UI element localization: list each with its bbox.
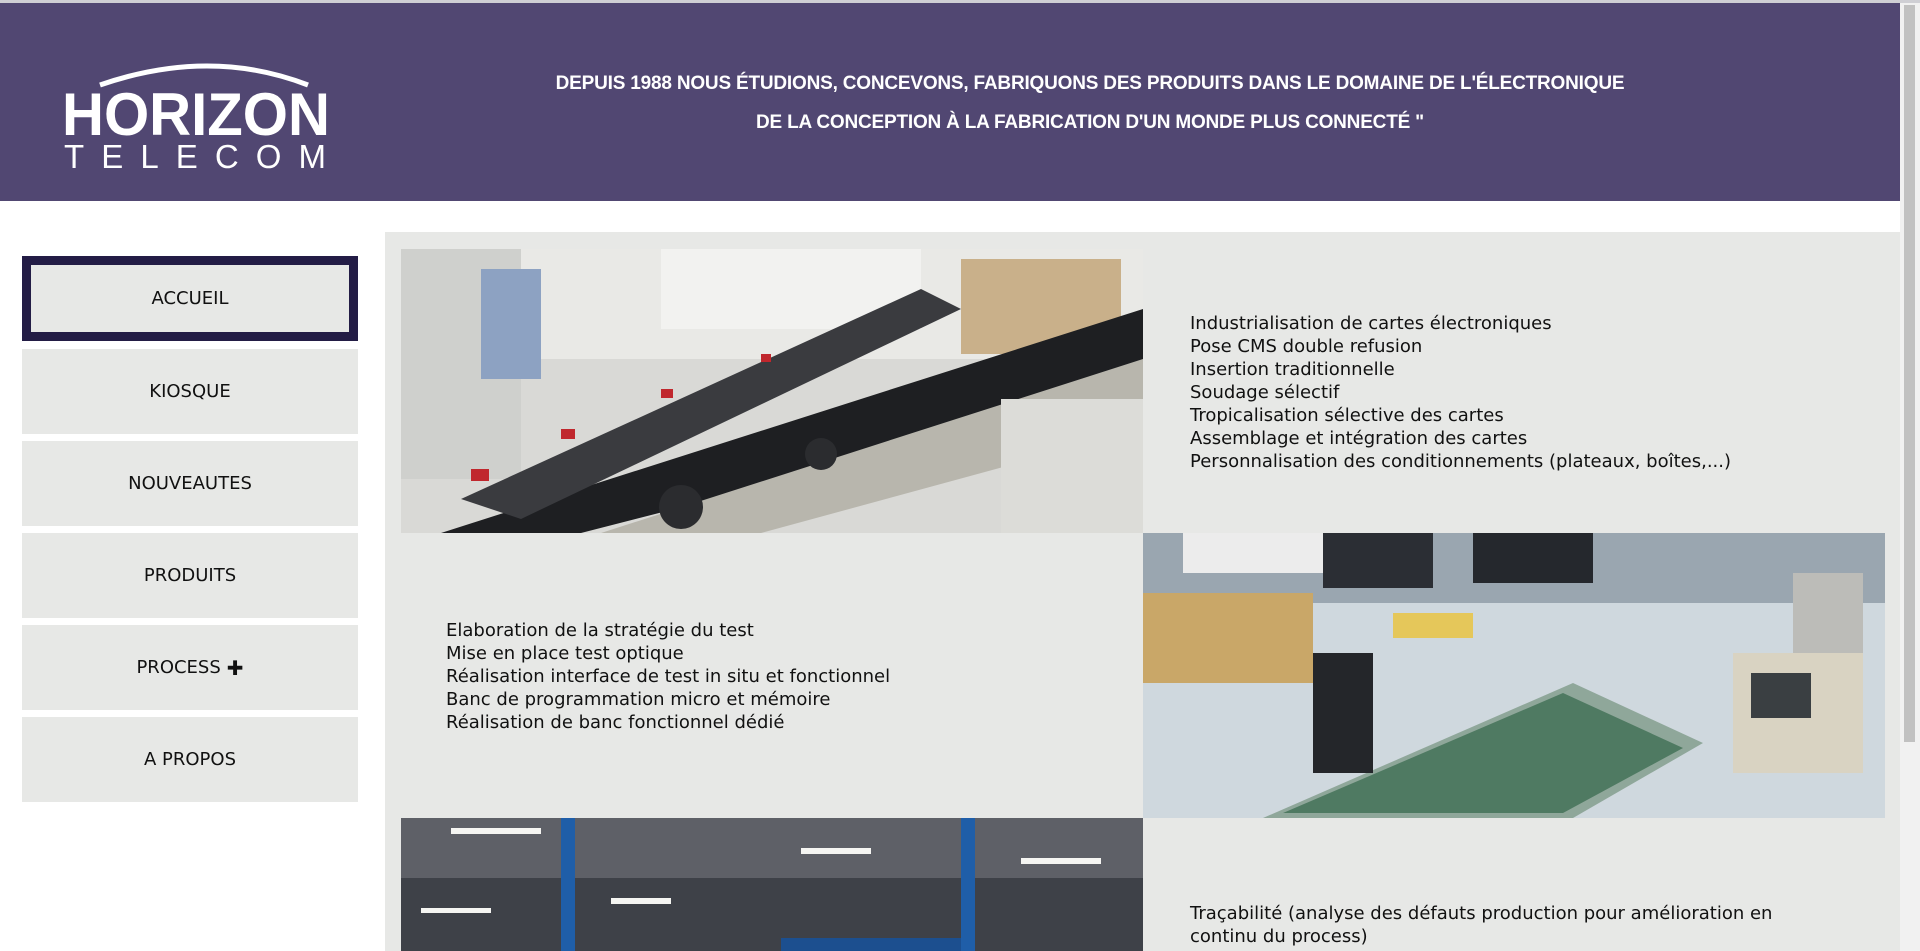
list-item: continu du process) <box>1190 926 1368 947</box>
horizon-telecom-logo[interactable]: HORIZON TELECOM <box>60 55 335 175</box>
list-item: Soudage sélectif <box>1190 382 1340 403</box>
header-tagline-line1: DEPUIS 1988 NOUS ÉTUDIONS, CONCEVONS, FA… <box>555 73 1625 94</box>
nav-accueil-label: ACCUEIL <box>151 288 229 309</box>
main-content: Industrialisation de cartes électronique… <box>385 232 1900 951</box>
list-item: Assemblage et intégration des cartes <box>1190 428 1528 449</box>
nav-kiosque[interactable]: KIOSQUE <box>22 349 358 434</box>
nav-produits[interactable]: PRODUITS <box>22 533 358 618</box>
list-item: Mise en place test optique <box>446 643 684 664</box>
production-line-photo <box>401 249 1143 533</box>
list-item: Elaboration de la stratégie du test <box>446 620 754 641</box>
section1-text: Industrialisation de cartes électronique… <box>1190 312 1731 473</box>
list-item: Insertion traditionnelle <box>1190 359 1395 380</box>
list-item: Banc de programmation micro et mémoire <box>446 689 831 710</box>
nav-produits-label: PRODUITS <box>143 565 237 586</box>
nav-process[interactable]: PROCESS ✚ <box>22 625 358 710</box>
list-item: Personnalisation des conditionnements (p… <box>1190 451 1732 472</box>
scrollbar-thumb[interactable] <box>1904 5 1915 742</box>
list-item: Pose CMS double refusion <box>1190 336 1423 357</box>
list-item: Réalisation interface de test in situ et… <box>446 666 891 687</box>
site-header: HORIZON TELECOM DEPUIS 1988 NOUS ÉTUDION… <box>0 3 1900 201</box>
nav-accueil[interactable]: ACCUEIL <box>22 256 358 341</box>
header-tagline-line2: DE LA CONCEPTION À LA FABRICATION D'UN M… <box>756 112 1424 133</box>
list-item: Tropicalisation sélective des cartes <box>1190 405 1504 426</box>
warehouse-photo <box>401 818 1143 951</box>
section3-text: Traçabilité (analyse des défauts product… <box>1190 902 1772 948</box>
nav-process-label: PROCESS <box>136 657 221 678</box>
nav-nouveautes[interactable]: NOUVEAUTES <box>22 441 358 526</box>
nav-nouveautes-label: NOUVEAUTES <box>128 473 252 494</box>
list-item: Industrialisation de cartes électronique… <box>1190 313 1552 334</box>
test-bench-photo <box>1143 533 1885 818</box>
plus-icon: ✚ <box>226 655 244 680</box>
section2-text: Elaboration de la stratégie du test Mise… <box>446 619 890 734</box>
nav-kiosque-label: KIOSQUE <box>149 381 231 402</box>
list-item: Réalisation de banc fonctionnel dédié <box>446 712 785 733</box>
list-item: Traçabilité (analyse des défauts product… <box>1190 903 1773 924</box>
nav-a-propos[interactable]: A PROPOS <box>22 717 358 802</box>
nav-a-propos-label: A PROPOS <box>143 749 236 770</box>
